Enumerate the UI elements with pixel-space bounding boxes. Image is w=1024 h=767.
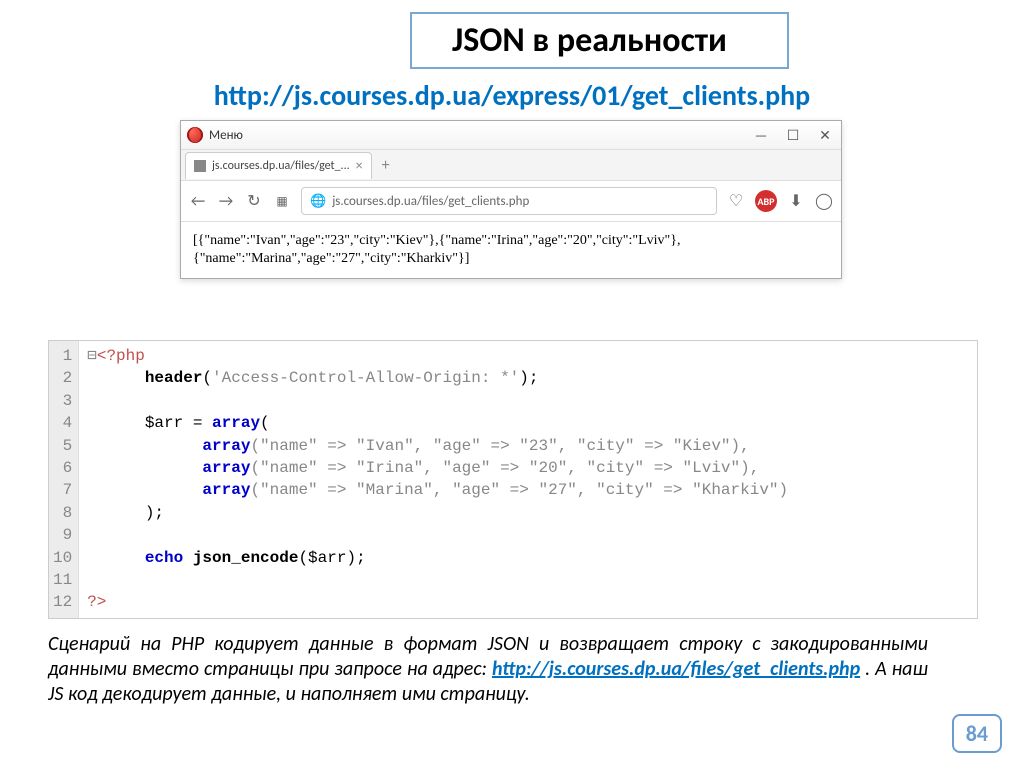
new-tab-button[interactable]: + [372, 156, 400, 175]
code-text: array [202, 481, 250, 499]
maximize-button[interactable]: ☐ [777, 121, 809, 149]
paragraph-link[interactable]: http://js.courses.dp.ua/files/get_client… [492, 657, 860, 681]
reload-icon[interactable]: ↻ [245, 191, 263, 211]
code-text: array [202, 437, 250, 455]
code-text: header [145, 369, 203, 387]
line-number: 12 [53, 591, 72, 613]
line-number-gutter: 1 2 3 4 5 6 7 8 9 10 11 12 [49, 341, 79, 618]
line-number: 8 [53, 502, 72, 524]
line-number: 5 [53, 435, 72, 457]
line-number: 9 [53, 524, 72, 546]
code-text: array [202, 459, 250, 477]
code-text: json_encode [193, 549, 299, 567]
tab-close-icon[interactable]: × [356, 157, 363, 174]
profile-icon[interactable]: ◯ [815, 191, 833, 211]
browser-tab[interactable]: js.courses.dp.ua/files/get_... × [185, 152, 372, 179]
minimize-button[interactable]: — [745, 121, 777, 149]
line-number: 6 [53, 457, 72, 479]
window-controls: — ☐ ✕ [745, 121, 841, 149]
tab-title: js.courses.dp.ua/files/get_... [212, 159, 350, 173]
browser-content: [{"name":"Ivan","age":"23","city":"Kiev"… [181, 222, 841, 278]
opera-logo-icon [187, 127, 203, 143]
browser-toolbar: ← → ↻ ▦ 🌐 js.courses.dp.ua/files/get_cli… [181, 181, 841, 222]
code-text: ("name" => "Ivan", "age" => "23", "city"… [250, 437, 749, 455]
code-text: ); [145, 504, 164, 522]
close-button[interactable]: ✕ [809, 121, 841, 149]
download-icon[interactable]: ⬇ [787, 191, 805, 211]
favicon-icon [194, 160, 206, 172]
line-number: 1 [53, 345, 72, 367]
browser-titlebar: Меню — ☐ ✕ [181, 121, 841, 150]
line-number: 2 [53, 367, 72, 389]
speed-dial-icon[interactable]: ▦ [273, 194, 291, 209]
code-text: <?php [97, 347, 145, 365]
line-number: 7 [53, 479, 72, 501]
line-number: 11 [53, 569, 72, 591]
back-icon[interactable]: ← [189, 192, 207, 211]
code-text: 'Access-Control-Allow-Origin: *' [212, 369, 519, 387]
line-number: 10 [53, 547, 72, 569]
top-url-link[interactable]: http://js.courses.dp.ua/express/01/get_c… [0, 78, 1024, 113]
code-text: ($arr); [298, 549, 365, 567]
url-bar[interactable]: 🌐 js.courses.dp.ua/files/get_clients.php [301, 187, 717, 215]
description-paragraph: Сценарий на PHP кодирует данные в формат… [48, 632, 928, 707]
code-text: ("name" => "Marina", "age" => "27", "cit… [250, 481, 788, 499]
heart-icon[interactable]: ♡ [727, 191, 745, 211]
globe-icon: 🌐 [310, 194, 326, 209]
forward-icon[interactable]: → [217, 192, 235, 211]
line-number: 4 [53, 412, 72, 434]
code-text: = [183, 414, 212, 432]
abp-badge-icon[interactable]: ABP [755, 190, 777, 212]
page-number: 84 [952, 714, 1002, 753]
code-text: ?> [87, 593, 106, 611]
browser-tabs: js.courses.dp.ua/files/get_... × + [181, 150, 841, 181]
url-text: js.courses.dp.ua/files/get_clients.php [332, 194, 708, 209]
line-number: 3 [53, 390, 72, 412]
code-lines: ⊟<?php header('Access-Control-Allow-Orig… [79, 341, 977, 618]
slide-title: JSON в реальности [410, 12, 789, 69]
code-text: $arr [145, 414, 183, 432]
code-text: echo [145, 549, 183, 567]
menu-label[interactable]: Меню [209, 128, 745, 143]
code-text: ("name" => "Irina", "age" => "20", "city… [250, 459, 759, 477]
code-text: array [212, 414, 260, 432]
php-code-block: 1 2 3 4 5 6 7 8 9 10 11 12 ⊟<?php header… [48, 340, 978, 619]
browser-window: Меню — ☐ ✕ js.courses.dp.ua/files/get_..… [180, 120, 842, 279]
